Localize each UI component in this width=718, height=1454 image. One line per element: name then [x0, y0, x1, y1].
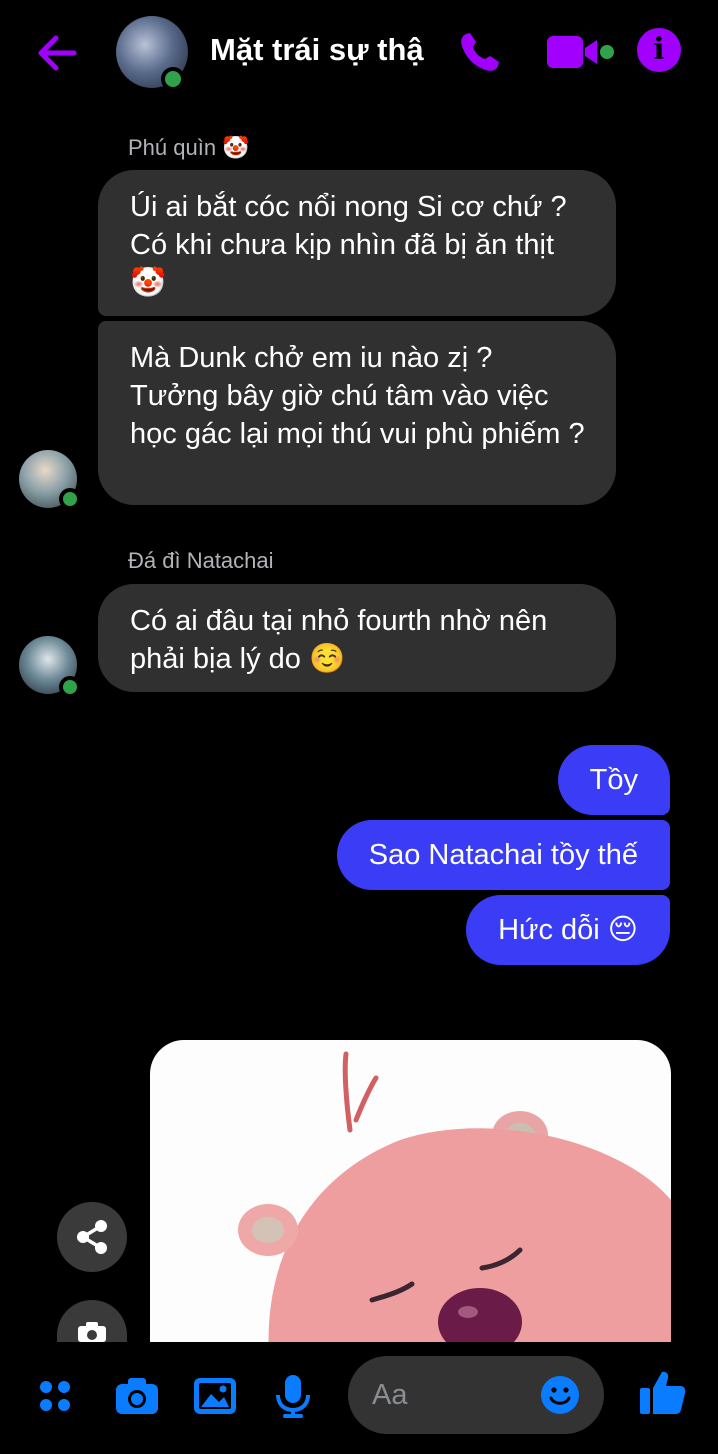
online-indicator [59, 488, 81, 510]
outgoing-message-bubble[interactable]: Tồy [557, 745, 670, 815]
back-button[interactable] [34, 30, 80, 76]
camera-icon [116, 1378, 158, 1414]
image-icon [194, 1378, 236, 1414]
voice-record-button[interactable] [269, 1372, 317, 1420]
info-button[interactable]: i [637, 28, 681, 72]
back-arrow-icon [38, 35, 77, 71]
message-composer [0, 1342, 718, 1454]
message-bubble[interactable]: Úi ai bắt cóc nổi nong Si cơ chứ ? Có kh… [98, 170, 616, 316]
camera-icon [78, 1322, 106, 1342]
thumbs-up-icon [640, 1371, 686, 1414]
online-indicator [59, 676, 81, 698]
gallery-button[interactable] [191, 1372, 239, 1420]
menu-grid-icon [40, 1381, 70, 1411]
message-bubble[interactable]: Có ai đâu tại nhỏ fourth nhờ nên phải bị… [98, 584, 616, 692]
message-bubble[interactable]: Mà Dunk chở em iu nào zị ? Tưởng bây giờ… [98, 321, 616, 505]
sender-name: Phú quìn 🤡 [128, 135, 250, 160]
sticker-image [238, 1051, 671, 1360]
share-icon [77, 1220, 107, 1254]
outgoing-message-bubble[interactable]: Hức dỗi 😔 [466, 895, 670, 965]
like-button[interactable] [638, 1368, 688, 1418]
microphone-icon [276, 1375, 310, 1418]
outgoing-message-bubble[interactable]: Sao Natachai tồy thế [336, 820, 670, 890]
emoji-icon [541, 1376, 579, 1414]
sender-name: Đá đì Natachai [128, 548, 274, 573]
emoji-button[interactable] [540, 1375, 580, 1415]
quick-camera-button[interactable] [57, 1300, 127, 1342]
voice-call-button[interactable] [456, 28, 504, 76]
video-camera-icon [547, 36, 614, 68]
image-message[interactable] [150, 1040, 671, 1360]
camera-button[interactable] [113, 1372, 161, 1420]
video-call-button[interactable] [545, 32, 617, 72]
chat-title[interactable]: Mặt trái sự thậ [210, 32, 424, 68]
share-button[interactable] [57, 1202, 127, 1272]
menu-button[interactable] [31, 1372, 79, 1420]
message-input-wrapper [348, 1356, 604, 1434]
phone-icon [461, 33, 499, 71]
info-icon: i [653, 32, 665, 67]
message-input[interactable] [372, 1356, 542, 1434]
online-indicator [161, 67, 185, 91]
chat-header: Mặt trái sự thậ i [0, 0, 718, 104]
